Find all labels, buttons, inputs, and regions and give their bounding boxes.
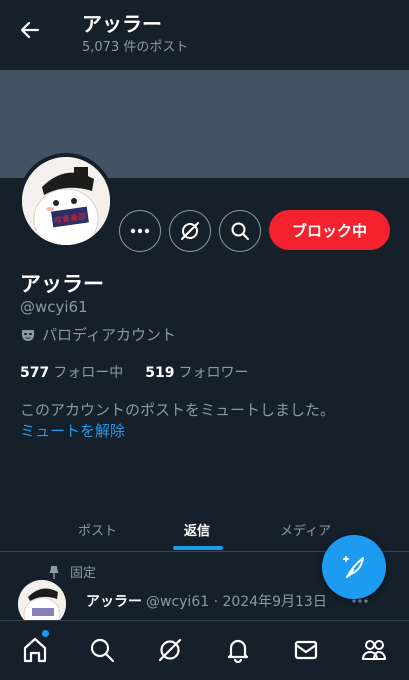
- nav-communities[interactable]: [359, 635, 389, 665]
- top-bar: アッラー 5,073 件のポスト: [0, 0, 409, 70]
- mask-icon: [22, 329, 34, 341]
- following-label: フォロー中: [53, 365, 124, 381]
- unmute-link[interactable]: ミュートを解除: [20, 420, 125, 441]
- header-title: アッラー: [82, 12, 162, 36]
- home-icon: [23, 637, 47, 663]
- followers-count: 519: [145, 365, 175, 381]
- avatar-character-image: 吹奏楽部: [22, 157, 110, 245]
- header-post-count: 5,073 件のポスト: [82, 40, 189, 55]
- post-header: アッラー @wcyi61 · 2024年9月13日: [86, 591, 327, 611]
- messages-icon: [294, 640, 318, 660]
- search-icon: [231, 222, 249, 240]
- bottom-navigation: [0, 620, 409, 680]
- nav-notifications[interactable]: [223, 635, 253, 665]
- home-notification-dot: [42, 630, 49, 637]
- tab-media[interactable]: メディア: [280, 520, 331, 539]
- following-link[interactable]: 577 フォロー中: [20, 362, 123, 382]
- more-icon: [130, 228, 150, 234]
- tab-replies[interactable]: 返信: [184, 520, 210, 539]
- active-tab-indicator: [173, 546, 223, 550]
- notifications-icon: [227, 639, 249, 663]
- followers-label: フォロワー: [178, 365, 249, 381]
- nav-search[interactable]: [87, 635, 117, 665]
- nav-home[interactable]: [20, 635, 50, 665]
- nav-grok[interactable]: [155, 635, 185, 665]
- tab-posts[interactable]: ポスト: [78, 520, 117, 539]
- compose-feather-icon: [343, 556, 364, 578]
- search-icon: [90, 638, 115, 663]
- profile-avatar[interactable]: 吹奏楽部: [18, 153, 114, 249]
- grok-icon: [158, 638, 182, 662]
- block-button[interactable]: ブロック中: [269, 210, 390, 250]
- pinned-label: 固定: [70, 566, 97, 581]
- grok-button[interactable]: [169, 210, 211, 252]
- profile-handle: @wcyi61: [20, 298, 88, 316]
- post-meta: @wcyi61 · 2024年9月13日: [146, 594, 327, 610]
- pin-icon: [49, 565, 59, 579]
- more-button[interactable]: [119, 210, 161, 252]
- followers-link[interactable]: 519 フォロワー: [145, 362, 248, 382]
- compose-button[interactable]: [322, 535, 386, 599]
- following-count: 577: [20, 365, 50, 381]
- nav-messages[interactable]: [291, 635, 321, 665]
- muted-message: このアカウントのポストをミュートしました。: [20, 401, 336, 419]
- communities-icon: [362, 640, 386, 660]
- post-author[interactable]: アッラー: [86, 594, 142, 610]
- grok-icon: [181, 222, 199, 240]
- back-arrow-icon: [20, 21, 40, 39]
- parody-label: パロディアカウント: [20, 324, 176, 345]
- more-icon: [352, 599, 368, 603]
- search-profile-button[interactable]: [219, 210, 261, 252]
- follow-stats: 577 フォロー中 519 フォロワー: [20, 362, 248, 382]
- profile-display-name: アッラー: [20, 272, 104, 296]
- parody-label-text: パロディアカウント: [42, 326, 176, 344]
- pinned-indicator: 固定: [48, 562, 96, 581]
- back-button[interactable]: [14, 14, 46, 46]
